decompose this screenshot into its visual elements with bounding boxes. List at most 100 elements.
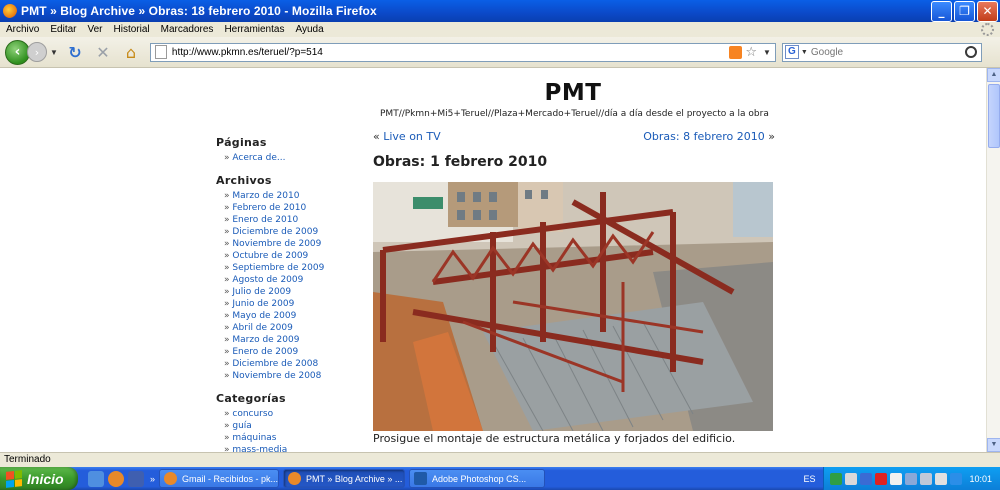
bookmark-star-icon[interactable]: ☆	[745, 45, 757, 60]
sidebar: Páginas » Acerca de... Archivos » Marzo …	[216, 132, 366, 452]
list-item: » Enero de 2010	[224, 215, 299, 225]
site-title[interactable]: PMT	[0, 80, 986, 106]
archive-link[interactable]: Enero de 2009	[232, 347, 298, 357]
archive-link[interactable]: Septiembre de 2009	[232, 263, 324, 273]
list-item: » Abril de 2009	[224, 323, 293, 333]
forward-button[interactable]: ›	[27, 42, 47, 62]
next-post-link[interactable]: Obras: 8 febrero 2010	[643, 130, 765, 143]
window-titlebar[interactable]: PMT » Blog Archive » Obras: 18 febrero 2…	[0, 0, 1000, 22]
url-text[interactable]: http://www.pkmn.es/teruel/?p=514	[172, 47, 729, 58]
previous-post-link[interactable]: Live on TV	[383, 130, 440, 143]
list-item: » Octubre de 2009	[224, 251, 309, 261]
archive-link[interactable]: Mayo de 2009	[232, 311, 296, 321]
tray-app-icon[interactable]	[860, 472, 873, 485]
category-link[interactable]: concurso	[232, 409, 273, 419]
page-link[interactable]: Acerca de...	[232, 153, 285, 163]
history-dropdown-icon[interactable]: ▼	[50, 48, 58, 57]
tray-app-icon[interactable]	[950, 472, 963, 485]
tray-app-icon[interactable]	[830, 472, 843, 485]
list-item: » Julio de 2009	[224, 287, 292, 297]
photoshop-task-icon	[414, 472, 428, 485]
archive-link[interactable]: Marzo de 2010	[232, 191, 299, 201]
tray-network-icon[interactable]	[920, 472, 933, 485]
status-bar: Terminado	[0, 452, 1000, 467]
url-dropdown-icon[interactable]: ▼	[763, 48, 771, 57]
close-button[interactable]: ✕	[977, 0, 998, 22]
task-gmail[interactable]: Gmail - Recibidos - pk...	[159, 469, 280, 488]
archive-link[interactable]: Octubre de 2009	[232, 251, 308, 261]
menu-herramientas[interactable]: Herramientas	[218, 24, 289, 35]
tray-app-icon[interactable]	[905, 472, 918, 485]
task-photoshop[interactable]: Adobe Photoshop CS...	[409, 469, 546, 488]
scroll-thumb[interactable]	[988, 84, 1000, 148]
archive-link[interactable]: Noviembre de 2009	[232, 239, 321, 249]
list-item: » Mayo de 2009	[224, 311, 297, 321]
scroll-up-icon[interactable]: ▲	[987, 68, 1000, 82]
menu-ayuda[interactable]: Ayuda	[289, 24, 328, 35]
menu-historial[interactable]: Historial	[108, 24, 155, 35]
home-button[interactable]: ⌂	[120, 41, 142, 63]
quick-launch-more-icon[interactable]: »	[150, 474, 155, 484]
taskbar: Inicio » Gmail - Recibidos - pk... PMT »…	[0, 467, 1000, 490]
page-viewport: PMT PMT//Pkmn+Mi5+Teruel//Plaza+Mercado+…	[0, 68, 986, 452]
tray-app-icon[interactable]	[890, 472, 903, 485]
next-post: Obras: 8 febrero 2010 »	[643, 130, 775, 143]
archive-link[interactable]: Agosto de 2009	[232, 275, 303, 285]
post-caption: Prosigue el montaje de estructura metáli…	[373, 432, 736, 445]
firefox-task-icon	[288, 472, 302, 485]
categories-heading: Categorías	[216, 392, 286, 405]
menu-archivo[interactable]: Archivo	[0, 24, 44, 35]
url-bar[interactable]: http://www.pkmn.es/teruel/?p=514 ☆ ▼	[149, 42, 776, 62]
start-button[interactable]: Inicio	[0, 467, 78, 490]
search-input[interactable]	[810, 46, 965, 58]
list-item: » Marzo de 2009	[224, 335, 300, 345]
post-title: Obras: 1 febrero 2010	[373, 154, 548, 170]
search-engine-icon[interactable]: G	[784, 45, 799, 59]
archive-link[interactable]: Abril de 2009	[232, 323, 292, 333]
previous-post: « Live on TV	[373, 130, 441, 143]
search-engine-dropdown-icon[interactable]: ▼	[801, 49, 808, 56]
task-pmt-blog[interactable]: PMT » Blog Archive » ...	[283, 469, 406, 488]
reload-button[interactable]: ↻	[64, 41, 86, 63]
construction-photo[interactable]	[373, 182, 773, 431]
menu-ver[interactable]: Ver	[81, 24, 107, 35]
tray-antivirus-icon[interactable]	[875, 472, 888, 485]
archive-link[interactable]: Marzo de 2009	[232, 335, 299, 345]
archive-link[interactable]: Noviembre de 2008	[232, 371, 321, 381]
navigation-toolbar: ‹ › ▼ ↻ ✕ ⌂ http://www.pkmn.es/teruel/?p…	[0, 37, 1000, 68]
archive-link[interactable]: Febrero de 2010	[232, 203, 306, 213]
firefox-launch-icon[interactable]	[108, 470, 124, 487]
rss-feed-icon[interactable]	[729, 45, 743, 59]
list-item: » Diciembre de 2008	[224, 359, 319, 369]
minimize-button[interactable]: _	[931, 0, 952, 22]
start-label: Inicio	[27, 470, 64, 487]
archive-link[interactable]: Enero de 2010	[232, 215, 298, 225]
scroll-down-icon[interactable]: ▼	[987, 438, 1000, 452]
menu-editar[interactable]: Editar	[44, 24, 81, 35]
task-label: Gmail - Recibidos - pk...	[182, 473, 279, 484]
search-icon[interactable]	[964, 46, 977, 58]
firefox-task-icon	[164, 472, 178, 485]
menu-marcadores[interactable]: Marcadores	[155, 24, 219, 35]
clock[interactable]: 10:01	[969, 474, 992, 484]
list-item: » Noviembre de 2009	[224, 239, 322, 249]
category-link[interactable]: guía	[232, 421, 251, 431]
stop-button[interactable]: ✕	[92, 41, 114, 63]
tray-volume-icon[interactable]	[935, 472, 948, 485]
tray-app-icon[interactable]	[845, 472, 858, 485]
category-link[interactable]: máquinas	[232, 433, 276, 443]
category-link[interactable]: mass-media	[232, 445, 287, 452]
archive-link[interactable]: Diciembre de 2009	[232, 227, 318, 237]
language-indicator[interactable]: ES	[803, 474, 815, 484]
archive-link[interactable]: Julio de 2009	[232, 287, 291, 297]
archive-link[interactable]: Diciembre de 2008	[232, 359, 318, 369]
maximize-button[interactable]: ❐	[954, 0, 975, 22]
media-player-icon[interactable]	[128, 470, 144, 487]
page-scrollbar[interactable]: ▲ ▼	[986, 68, 1000, 452]
firefox-icon	[3, 4, 17, 18]
archive-link[interactable]: Junio de 2009	[232, 299, 294, 309]
list-item: » Marzo de 2010	[224, 191, 300, 201]
list-item: » Junio de 2009	[224, 299, 295, 309]
show-desktop-icon[interactable]	[88, 470, 104, 487]
window-title: PMT » Blog Archive » Obras: 18 febrero 2…	[21, 4, 377, 18]
